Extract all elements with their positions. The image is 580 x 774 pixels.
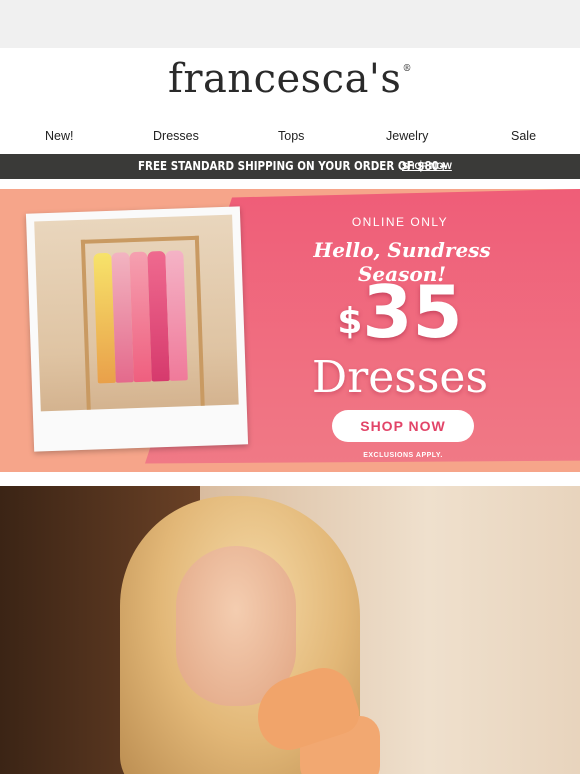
nav-item-dresses[interactable]: Dresses [153, 129, 199, 143]
price-amount: 35 [362, 270, 463, 354]
shipping-banner: FREE STANDARD SHIPPING ON YOUR ORDER OF … [0, 154, 580, 179]
nav-item-new[interactable]: New! [45, 129, 73, 143]
shop-now-button[interactable]: SHOP NOW [332, 410, 474, 442]
nav-item-tops[interactable]: Tops [278, 129, 304, 143]
promo-product: Dresses [311, 352, 489, 403]
price-currency: $ [337, 301, 363, 342]
dress-rack-photo [34, 214, 239, 412]
shipping-shop-now-link[interactable]: SHOP NOW [402, 161, 452, 171]
online-only-tag: ONLINE ONLY [351, 215, 449, 229]
polaroid-frame [25, 206, 249, 452]
main-nav: New! Dresses Tops Jewelry Sale [0, 124, 580, 150]
nav-item-sale[interactable]: Sale [511, 129, 536, 143]
registered-mark: ® [402, 64, 412, 74]
brand-logo[interactable]: francesca's® [0, 56, 580, 102]
brand-name: francesca's [168, 56, 402, 102]
exclusions-disclaimer: EXCLUSIONS APPLY. [363, 452, 443, 459]
hero-image[interactable] [0, 486, 580, 774]
top-spacer-bar [0, 0, 580, 48]
promo-price: $35 [310, 272, 490, 352]
nav-item-jewelry[interactable]: Jewelry [386, 129, 428, 143]
